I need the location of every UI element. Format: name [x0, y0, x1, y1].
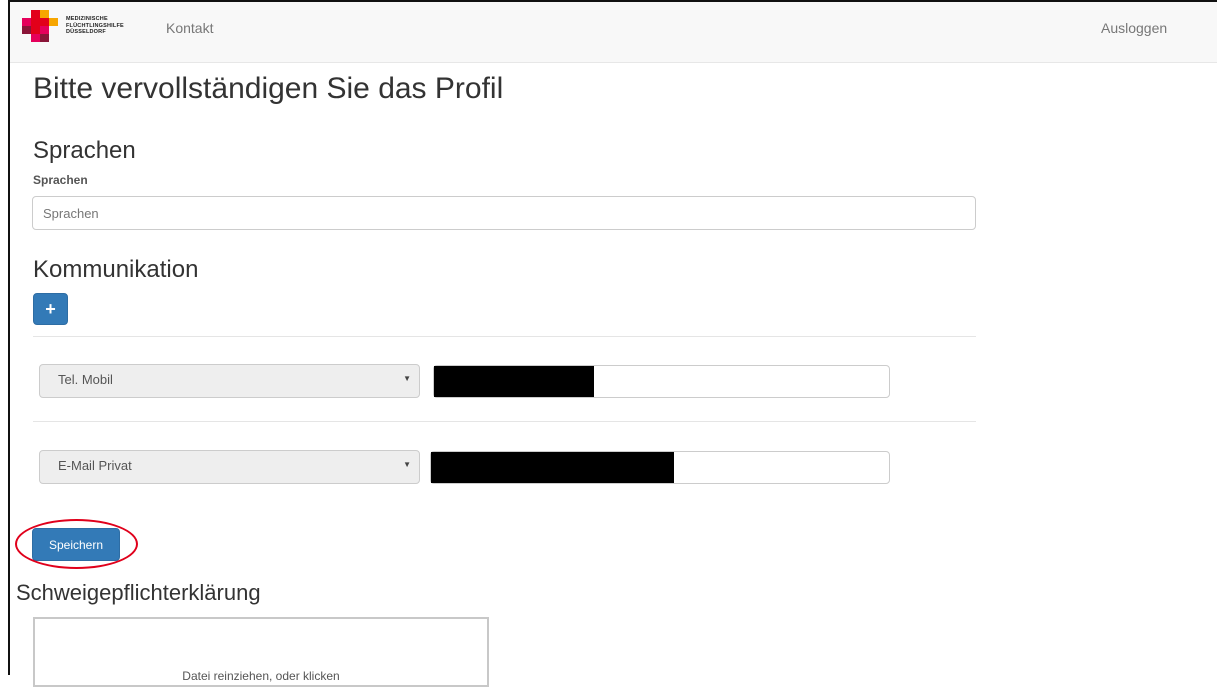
languages-field-label: Sprachen: [33, 173, 88, 187]
communication-type-select-1[interactable]: Tel. Mobil ▼: [39, 364, 420, 398]
languages-input[interactable]: [32, 196, 976, 230]
add-communication-button[interactable]: +: [33, 293, 68, 325]
section-heading-languages: Sprachen: [33, 137, 136, 164]
section-heading-confidentiality: Schweigepflichterklärung: [16, 580, 261, 605]
communication-value-input-1[interactable]: [433, 365, 890, 398]
caret-down-icon: ▼: [403, 460, 411, 469]
divider: [33, 336, 976, 337]
page-title: Bitte vervollständigen Sie das Profil: [33, 72, 504, 105]
select-value: E-Mail Privat: [58, 458, 132, 473]
save-button[interactable]: Speichern: [32, 528, 120, 561]
caret-down-icon: ▼: [403, 374, 411, 383]
communication-type-select-2[interactable]: E-Mail Privat ▼: [39, 450, 420, 484]
plus-icon: +: [45, 298, 56, 319]
redaction-block: [434, 366, 594, 397]
brand-text: MEDIZINISCHE FLÜCHTLINGSHILFE DÜSSELDORF: [66, 16, 124, 36]
frame-border-left: [8, 0, 10, 675]
brand-logo[interactable]: MEDIZINISCHE FLÜCHTLINGSHILFE DÜSSELDORF: [22, 10, 132, 42]
file-dropzone[interactable]: Datei reinziehen, oder klicken: [33, 617, 489, 687]
redaction-block: [431, 452, 674, 483]
logo-cross-icon: [22, 10, 62, 42]
select-value: Tel. Mobil: [58, 372, 113, 387]
nav-link-kontakt[interactable]: Kontakt: [166, 20, 213, 36]
top-navbar: MEDIZINISCHE FLÜCHTLINGSHILFE DÜSSELDORF…: [10, 2, 1217, 63]
divider: [33, 421, 976, 422]
communication-value-input-2[interactable]: [430, 451, 890, 484]
nav-link-logout[interactable]: Ausloggen: [1101, 20, 1167, 36]
section-heading-communication: Kommunikation: [33, 256, 199, 283]
brand-line-3: DÜSSELDORF: [66, 29, 106, 35]
dropzone-text: Datei reinziehen, oder klicken: [182, 669, 340, 683]
